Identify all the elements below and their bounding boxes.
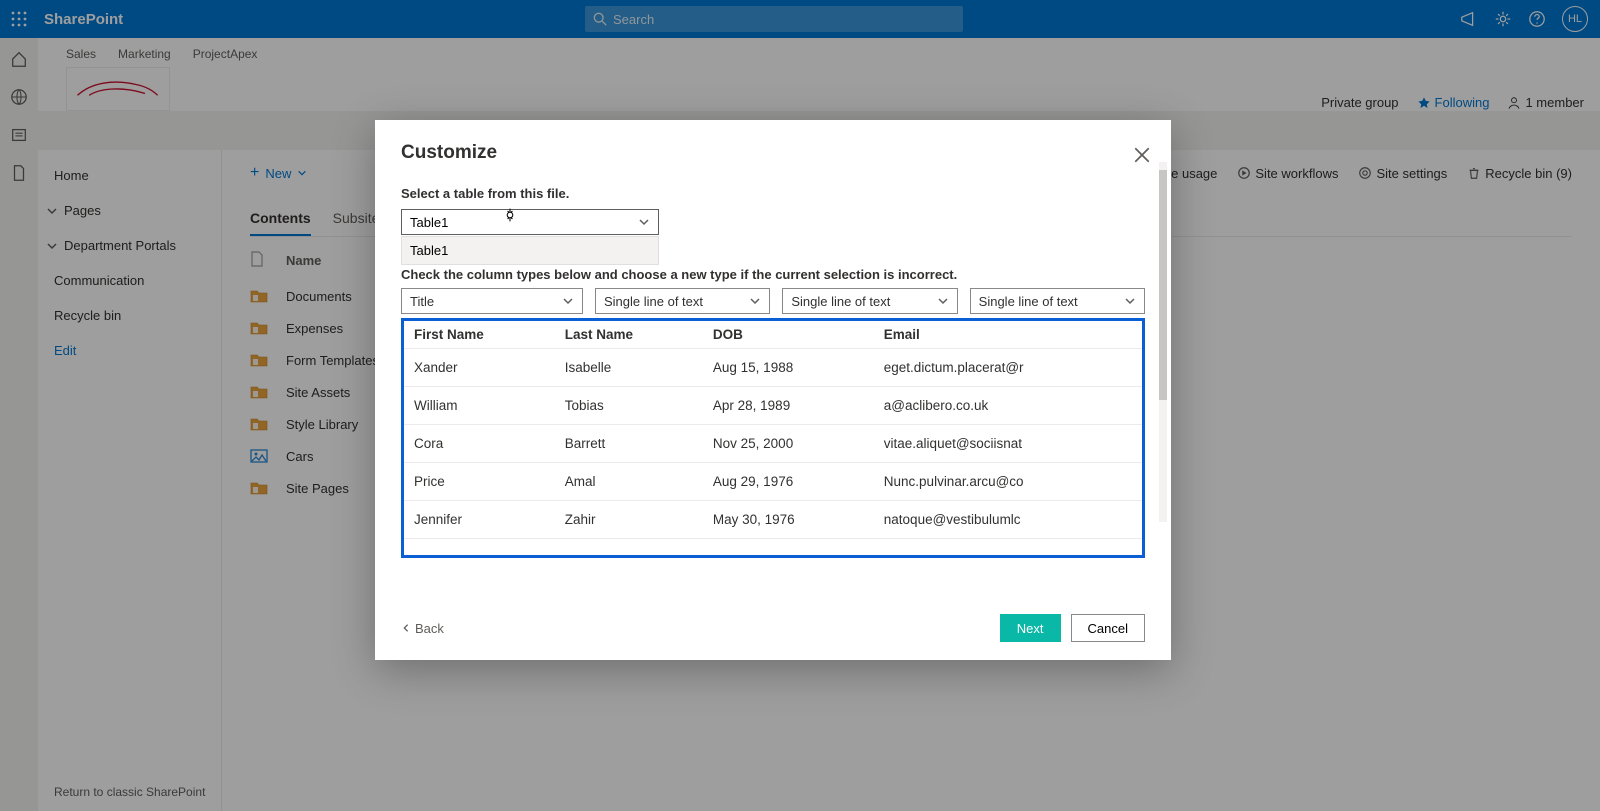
preview-cell: Jennifer [404,501,555,539]
coltype-value: Single line of text [604,294,703,309]
chevron-left-icon [401,623,411,633]
select-table-label: Select a table from this file. [401,186,1145,201]
option-label: Table1 [410,243,448,258]
preview-cell: Tobias [555,387,703,425]
dropdown-value: Table1 [410,215,448,230]
dialog-title: Customize [401,142,1145,164]
check-columns-label: Check the column types below and choose … [401,267,1145,282]
coltype-dropdown[interactable]: Single line of text [782,288,957,314]
preview-row: XanderIsabelleAug 15, 1988eget.dictum.pl… [404,349,1142,387]
preview-row: PriceAmalAug 29, 1976Nunc.pulvinar.arcu@… [404,463,1142,501]
cancel-button[interactable]: Cancel [1071,614,1145,642]
chevron-down-icon [1124,295,1136,307]
preview-cell: Zahir [555,501,703,539]
preview-cell: Apr 28, 1989 [703,387,874,425]
preview-cell: Aug 15, 1988 [703,349,874,387]
dialog-footer: Back Next Cancel [375,600,1171,660]
preview-row: CoraBarrettNov 25, 2000vitae.aliquet@soc… [404,425,1142,463]
dialog-scrollbar[interactable] [1159,162,1167,522]
customize-dialog: Customize Select a table from this file.… [375,120,1171,660]
preview-cell: Cora [404,425,555,463]
preview-cell: Isabelle [555,349,703,387]
table-dropdown[interactable]: Table1 Table1 [401,209,659,235]
preview-cell: natoque@vestibulumlc [874,501,1142,539]
chevron-down-icon [638,216,650,228]
coltype-value: Single line of text [791,294,890,309]
preview-cell: William [404,387,555,425]
preview-cell: Xander [404,349,555,387]
chevron-down-icon [749,295,761,307]
scrollbar-thumb[interactable] [1159,170,1167,400]
preview-row: WilliamTobiasApr 28, 1989a@aclibero.co.u… [404,387,1142,425]
preview-cell: vitae.aliquet@sociisnat [874,425,1142,463]
preview-cell: Aug 29, 1976 [703,463,874,501]
coltype-dropdown[interactable]: Single line of text [970,288,1145,314]
chevron-down-icon [937,295,949,307]
table-dropdown-option[interactable]: Table1 [401,236,659,265]
back-button[interactable]: Back [401,621,444,636]
preview-cell: Amal [555,463,703,501]
coltype-value: Title [410,294,434,309]
cursor-icon [502,207,518,223]
preview-column-header: Last Name [555,321,703,349]
preview-cell: Nunc.pulvinar.arcu@co [874,463,1142,501]
chevron-down-icon [562,295,574,307]
preview-column-header: DOB [703,321,874,349]
next-button[interactable]: Next [1000,614,1061,642]
coltype-dropdown[interactable]: Single line of text [595,288,770,314]
preview-row: JenniferZahirMay 30, 1976natoque@vestibu… [404,501,1142,539]
preview-cell: May 30, 1976 [703,501,874,539]
preview-cell: eget.dictum.placerat@r [874,349,1142,387]
back-label: Back [415,621,444,636]
preview-cell: Price [404,463,555,501]
column-type-row: Title Single line of text Single line of… [401,288,1145,314]
preview-cell: Nov 25, 2000 [703,425,874,463]
close-button[interactable] [1133,146,1151,164]
preview-cell: Barrett [555,425,703,463]
close-icon [1133,146,1151,164]
data-preview: First NameLast NameDOBEmail XanderIsabel… [401,318,1145,558]
preview-column-header: Email [874,321,1142,349]
preview-table: First NameLast NameDOBEmail XanderIsabel… [404,321,1142,539]
preview-cell: a@aclibero.co.uk [874,387,1142,425]
preview-column-header: First Name [404,321,555,349]
coltype-dropdown[interactable]: Title [401,288,583,314]
coltype-value: Single line of text [979,294,1078,309]
